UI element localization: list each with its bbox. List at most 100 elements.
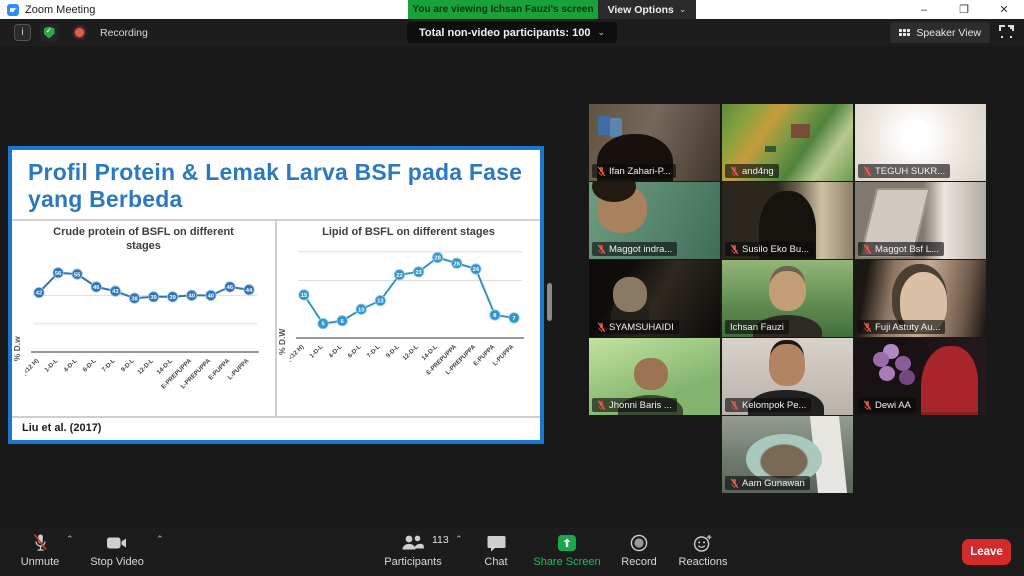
participant-name-bar: Jhonni Baris ... xyxy=(592,398,677,412)
muted-mic-icon xyxy=(863,244,872,255)
recording-dot-icon xyxy=(75,28,84,37)
muted-mic-icon xyxy=(863,322,872,333)
participant-tile[interactable]: Maggot indra... xyxy=(589,182,720,259)
participant-tile[interactable]: SYAMSUHAIDI xyxy=(589,260,720,337)
fullscreen-icon[interactable] xyxy=(999,25,1014,40)
leave-button[interactable]: Leave xyxy=(962,539,1011,565)
security-shield-icon[interactable] xyxy=(40,24,58,42)
panel-resize-handle[interactable] xyxy=(547,283,552,321)
chat-label: Chat xyxy=(484,556,507,568)
svg-text:39: 39 xyxy=(169,295,176,301)
svg-text:40: 40 xyxy=(189,293,195,299)
muted-mic-icon xyxy=(597,322,606,333)
participant-name: Jhonni Baris ... xyxy=(609,400,672,411)
svg-text:46: 46 xyxy=(227,285,234,291)
participants-count: 113 xyxy=(432,534,449,546)
participant-tile[interactable]: Maggot Bsf L... xyxy=(855,182,986,259)
svg-text:23: 23 xyxy=(415,270,422,276)
svg-text:26: 26 xyxy=(454,261,461,267)
grid-view-icon xyxy=(899,29,910,36)
video-camera-icon xyxy=(106,532,128,554)
svg-text:46: 46 xyxy=(93,285,100,291)
participant-name-bar: and4ng xyxy=(725,164,779,178)
participant-tile[interactable]: Kelompok Pe... xyxy=(722,338,853,415)
record-label: Record xyxy=(621,556,656,568)
muted-mic-icon xyxy=(863,166,872,177)
reactions-button[interactable]: Reactions xyxy=(672,532,734,568)
share-screen-button[interactable]: Share Screen xyxy=(527,532,607,568)
main-content: Profil Protein & Lemak Larva BSF pada Fa… xyxy=(0,46,1024,528)
svg-text:40: 40 xyxy=(208,293,214,299)
participant-name: Ifan Zahari-P... xyxy=(609,166,671,177)
svg-text:10: 10 xyxy=(358,307,364,313)
non-video-participants-label: Total non-video participants: 100 xyxy=(419,27,591,39)
participant-name: Kelompok Pe... xyxy=(742,400,806,411)
participant-tile[interactable]: Ichsan Fauzi xyxy=(722,260,853,337)
speaker-view-button[interactable]: Speaker View xyxy=(890,22,990,43)
svg-text:42: 42 xyxy=(36,290,42,296)
participant-name-bar: Ichsan Fauzi xyxy=(725,320,789,334)
svg-text:EGG (<12 H): EGG (<12 H) xyxy=(290,343,305,374)
lipid-chart-panel: Lipid of BSFL on different stages % D.W … xyxy=(277,221,540,416)
stop-video-button[interactable]: Stop Video xyxy=(84,532,150,568)
participant-tile[interactable]: Dewi AA xyxy=(855,338,986,415)
muted-mic-icon xyxy=(730,166,739,177)
participant-name-bar: Ifan Zahari-P... xyxy=(592,164,676,178)
restore-button[interactable]: ❐ xyxy=(944,0,984,19)
participant-name: Ichsan Fauzi xyxy=(730,322,784,333)
protein-line-chart: 425655464338393940404644EGG (<12 H)1-D-L… xyxy=(25,254,265,416)
muted-mic-icon xyxy=(730,400,739,411)
participant-tile[interactable]: Ifan Zahari-P... xyxy=(589,104,720,181)
svg-text:6-D-L: 6-D-L xyxy=(82,357,98,373)
participants-label: Participants xyxy=(384,556,441,568)
stop-video-label: Stop Video xyxy=(90,556,144,568)
svg-text:22: 22 xyxy=(396,273,402,279)
participant-name: Aam Gunawan xyxy=(742,478,805,489)
svg-text:L-PUPPA: L-PUPPA xyxy=(227,357,251,381)
chevron-down-icon: ⌄ xyxy=(598,27,606,38)
chat-button[interactable]: Chat xyxy=(474,532,518,568)
participant-name: and4ng xyxy=(742,166,774,177)
svg-text:9-D-L: 9-D-L xyxy=(385,343,401,359)
svg-text:7-D-L: 7-D-L xyxy=(101,357,117,373)
participant-name-bar: Aam Gunawan xyxy=(725,476,810,490)
close-button[interactable]: ✕ xyxy=(984,0,1024,19)
svg-text:55: 55 xyxy=(74,272,81,278)
participant-name: Dewi AA xyxy=(875,400,911,411)
svg-text:6-D-L: 6-D-L xyxy=(347,343,363,359)
protein-chart-panel: Crude protein of BSFL on different stage… xyxy=(12,221,277,416)
zoom-logo-icon xyxy=(7,4,19,16)
muted-mic-icon xyxy=(730,244,739,255)
recording-label: Recording xyxy=(100,27,148,39)
muted-mic-icon xyxy=(32,532,49,554)
svg-text:7: 7 xyxy=(512,316,515,322)
participant-name-bar: Susilo Eko Bu... xyxy=(725,242,814,256)
participant-tile[interactable]: TEGUH SUKR... xyxy=(855,104,986,181)
chat-bubble-icon xyxy=(487,532,506,554)
view-options-dropdown[interactable]: View Options ⌄ xyxy=(598,0,696,19)
participant-tile[interactable]: Jhonni Baris ... xyxy=(589,338,720,415)
participants-options-chevron[interactable]: ⌃ xyxy=(455,534,463,545)
participant-name: Maggot indra... xyxy=(609,244,672,255)
participant-tile[interactable]: Susilo Eko Bu... xyxy=(722,182,853,259)
svg-text:15: 15 xyxy=(301,293,308,299)
record-button[interactable]: Record xyxy=(616,532,662,568)
participant-tile[interactable]: Aam Gunawan xyxy=(722,416,853,493)
mic-options-chevron[interactable]: ⌃ xyxy=(66,534,74,545)
video-options-chevron[interactable]: ⌃ xyxy=(156,534,164,545)
participant-name-bar: Fuji Astuty Au... xyxy=(858,320,945,334)
meeting-info-bar: i Recording Total non-video participants… xyxy=(0,19,1024,46)
reactions-smiley-icon xyxy=(693,532,713,554)
meeting-info-left: i Recording xyxy=(14,24,148,42)
zoom-meeting-window: Zoom Meeting You are viewing Ichsan Fauz… xyxy=(0,0,1024,576)
minimize-button[interactable]: – xyxy=(904,0,944,19)
svg-text:1-D-L: 1-D-L xyxy=(43,357,59,373)
meeting-info-icon[interactable]: i xyxy=(14,24,31,41)
shared-screen-slide: Profil Protein & Lemak Larva BSF pada Fa… xyxy=(8,146,544,444)
unmute-button[interactable]: Unmute xyxy=(12,532,68,568)
view-options-label: View Options xyxy=(608,4,674,16)
non-video-participants-dropdown[interactable]: Total non-video participants: 100 ⌄ xyxy=(407,22,617,43)
participant-tile[interactable]: Fuji Astuty Au... xyxy=(855,260,986,337)
participant-name: Susilo Eko Bu... xyxy=(742,244,809,255)
participant-tile[interactable]: and4ng xyxy=(722,104,853,181)
